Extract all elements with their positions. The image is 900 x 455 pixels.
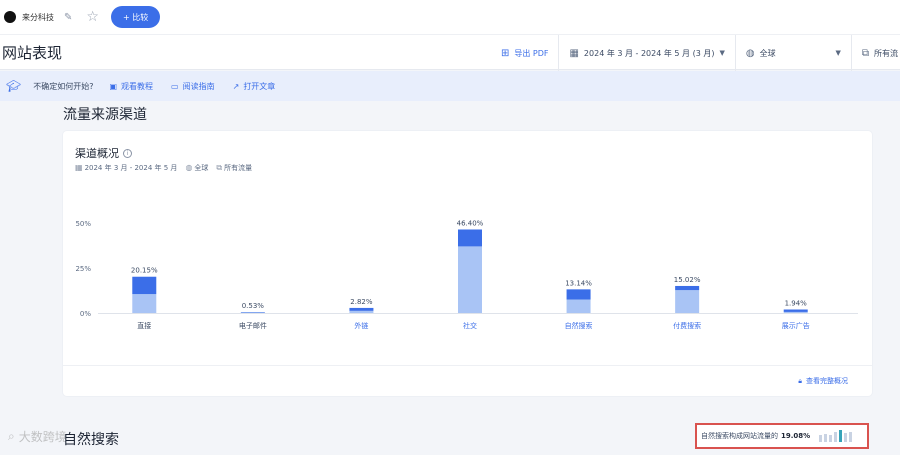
site-logo-icon — [4, 11, 16, 23]
bar-segment-light — [240, 312, 265, 313]
open-article-link[interactable]: ↗ 打开文章 — [233, 81, 276, 92]
open-article-label: 打开文章 — [243, 81, 276, 91]
callout-value: 19.08% — [781, 432, 811, 440]
bar-segment-light — [783, 311, 808, 313]
traffic-label: 所有流 — [874, 48, 898, 58]
site-name: 来分科技 — [22, 12, 54, 22]
export-pdf-button[interactable]: ⊞ 导出 PDF — [491, 35, 559, 71]
card-meta: ▦ 2024 年 3 月 - 2024 年 5 月 ◍ 全球 ⧉ 所有流量 — [75, 163, 252, 173]
bar-segment-dark — [458, 229, 482, 247]
devices-icon: ⧉ — [216, 163, 223, 172]
view-full-overview-label: 查看完整概况 — [806, 377, 848, 385]
watermark-logo-icon: ⌕ — [8, 429, 15, 443]
top-bar: 来分科技 ✎ ☆ + 比较 — [0, 0, 900, 34]
video-icon: ▣ — [109, 81, 118, 91]
chart-export-icon: ⊞ — [500, 47, 510, 59]
region-label: 全球 — [759, 48, 776, 58]
category-label[interactable]: 付费搜索 — [673, 321, 701, 330]
info-icon[interactable]: i — [123, 148, 132, 158]
sparkline-bar — [829, 435, 833, 442]
bar-segment-light — [458, 246, 482, 313]
card-meta-traffic: 所有流量 — [224, 164, 253, 172]
view-full-overview-link[interactable]: 🔒︎ 查看完整概况 — [798, 376, 848, 386]
watch-tutorial-link[interactable]: ▣ 观看教程 — [109, 81, 153, 92]
bar-value-label: 13.14% — [565, 279, 592, 287]
channel-bar-chart: 0% 25% 50% 20.15% 直接 0.53% 电子邮件 2.82% 外链 46.40% 社交… — [75, 219, 858, 330]
chevron-down-icon: ▼ — [835, 49, 841, 57]
bar-segment-light — [566, 299, 591, 313]
lock-icon: 🔒︎ — [798, 376, 802, 385]
read-guide-link[interactable]: ▭ 阅读指南 — [171, 81, 215, 92]
date-range-selector[interactable]: ▦ 2024 年 3 月 - 2024 年 5 月 (3 月) ▼ — [558, 35, 734, 71]
watermark-text: 大数跨境 — [18, 430, 67, 444]
compare-button[interactable]: + 比较 — [110, 6, 161, 28]
category-label[interactable]: 自然搜索 — [565, 321, 593, 330]
help-question: 不确定如何开始? — [33, 81, 94, 91]
card-meta-date: 2024 年 3 月 - 2024 年 5 月 — [84, 164, 178, 172]
globe-icon: ◍ — [185, 163, 193, 172]
card-title-text: 渠道概况 — [75, 147, 119, 160]
sparkline-bar — [824, 434, 828, 442]
section-title: 流量来源渠道 — [63, 107, 147, 123]
y-tick-label: 50% — [75, 220, 91, 228]
export-pdf-label: 导出 PDF — [514, 48, 549, 58]
watermark: ⌕ 大数跨境 — [8, 428, 67, 445]
category-label[interactable]: 展示广告 — [782, 321, 810, 330]
calendar-icon: ▦ — [75, 163, 83, 172]
bar-value-label: 20.15% — [131, 267, 158, 275]
watch-tutorial-label: 观看教程 — [121, 81, 154, 91]
category-label: 直接 — [137, 321, 151, 330]
devices-icon: ⧉ — [861, 47, 869, 59]
bar-segment-dark — [349, 307, 374, 311]
graduation-cap-icon: 🎓︎ — [6, 79, 22, 93]
page-title: 网站表现 — [2, 43, 63, 62]
card-meta-region: 全球 — [194, 164, 209, 172]
bar-segment-dark — [566, 289, 591, 300]
bar-value-label: 2.82% — [350, 298, 373, 306]
bar-value-label: 0.53% — [242, 302, 265, 310]
card-title: 渠道概况 i — [75, 145, 132, 161]
read-guide-label: 阅读指南 — [182, 81, 215, 91]
bar-segment-light — [132, 294, 157, 313]
date-range-label: 2024 年 3 月 - 2024 年 5 月 (3 月) — [583, 48, 715, 58]
page-header: 网站表现 ⊞ 导出 PDF ▦ 2024 年 3 月 - 2024 年 5 月 … — [0, 34, 900, 71]
category-label[interactable]: 外链 — [354, 321, 368, 330]
callout-text: 自然搜索构成网站流量的 — [701, 432, 778, 440]
bar-segment-light — [349, 310, 374, 313]
bar-value-label: 1.94% — [785, 300, 808, 308]
category-label[interactable]: 社交 — [463, 321, 477, 330]
bar-value-label: 15.02% — [674, 276, 701, 284]
bar-segment-light — [675, 290, 700, 313]
sparkline-bar — [849, 432, 853, 442]
y-tick-label: 25% — [75, 265, 91, 273]
card-divider — [63, 365, 872, 366]
globe-icon: ◍ — [745, 47, 755, 59]
chevron-down-icon: ▼ — [719, 49, 725, 57]
region-selector[interactable]: ◍ 全球 ▼ — [734, 35, 851, 71]
bar-value-label: 46.40% — [457, 219, 484, 227]
bar-segment-dark — [675, 285, 700, 291]
organic-share-callout: 自然搜索构成网站流量的 19.08% — [695, 423, 869, 449]
category-label: 电子邮件 — [239, 321, 267, 330]
sparkline — [819, 430, 853, 442]
sparkline-bar — [844, 433, 848, 442]
bar-segment-dark — [783, 309, 808, 312]
organic-search-title: 自然搜索 — [63, 432, 119, 448]
traffic-selector[interactable]: ⧉ 所有流 — [850, 35, 900, 71]
star-icon[interactable]: ☆ — [86, 9, 99, 25]
bar-segment-dark — [132, 276, 157, 295]
pencil-icon[interactable]: ✎ — [64, 12, 72, 23]
sparkline-bar — [819, 435, 823, 442]
help-bar: 🎓︎ 不确定如何开始? ▣ 观看教程 ▭ 阅读指南 ↗ 打开文章 — [0, 71, 900, 101]
external-link-icon: ↗ — [232, 81, 240, 91]
book-icon: ▭ — [171, 81, 179, 91]
sparkline-bar — [834, 432, 838, 442]
channel-overview-card: 渠道概况 i ▦ 2024 年 3 月 - 2024 年 5 月 ◍ 全球 ⧉ 所有流… — [63, 131, 872, 396]
calendar-icon: ▦ — [569, 47, 579, 59]
site-selector[interactable]: 来分科技 ✎ — [4, 7, 86, 27]
y-tick-label: 0% — [80, 310, 91, 318]
sparkline-bar — [839, 430, 843, 442]
